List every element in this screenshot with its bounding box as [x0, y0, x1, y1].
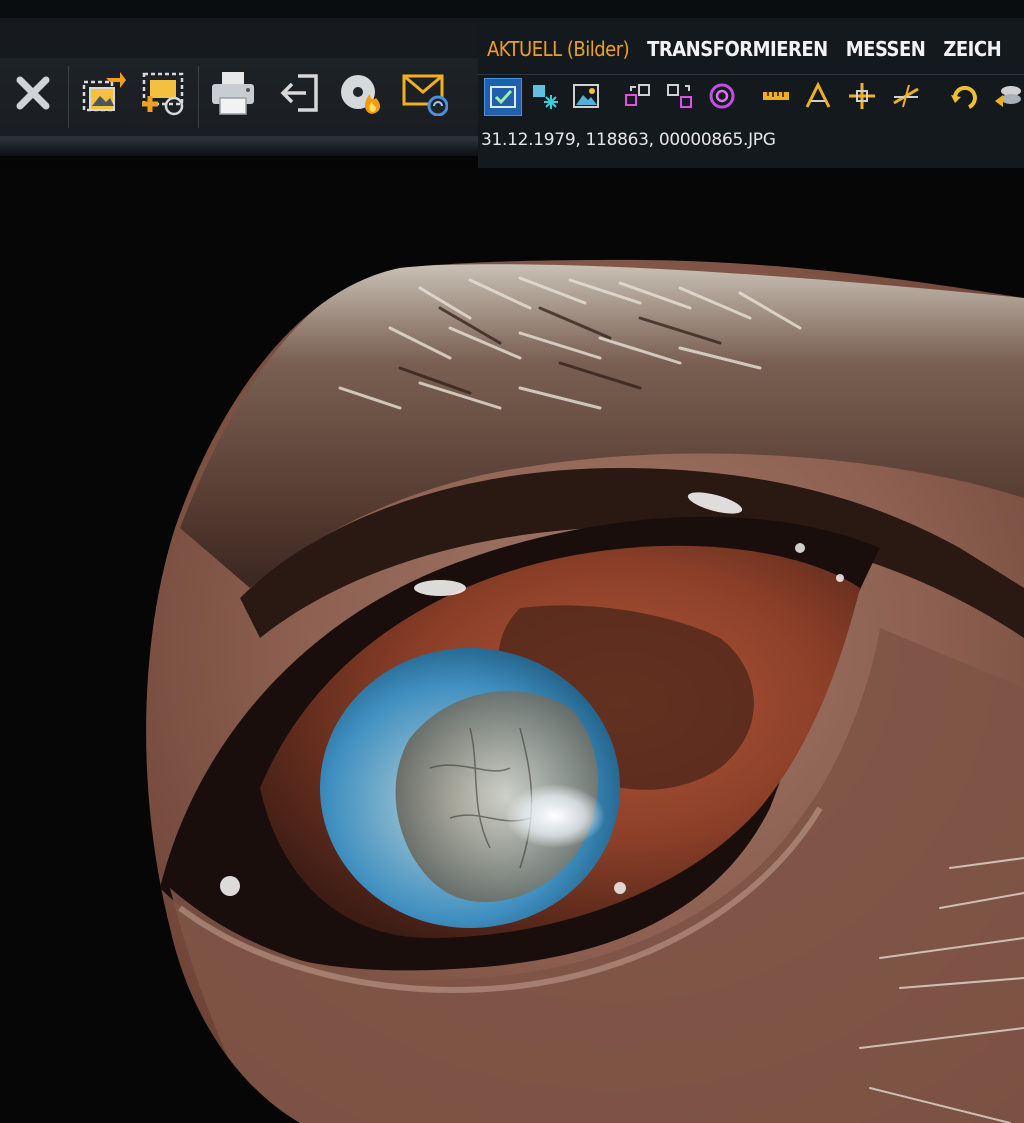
email-icon [402, 74, 448, 116]
tab-messen[interactable]: MESSEN [837, 37, 935, 70]
image-check-button[interactable] [484, 78, 522, 116]
ribbon-toolbar [478, 76, 1024, 124]
image-info-label: 31.12.1979, 118863, 00000865.JPG [481, 130, 776, 150]
eye-photograph [146, 259, 1024, 1123]
monitor-top-edge [0, 0, 1024, 18]
layout-swap-icon [667, 84, 692, 108]
burn-disc-button[interactable] [336, 68, 386, 118]
rotate-button[interactable] [946, 78, 982, 114]
export-image-icon [82, 72, 126, 112]
angle-alt-icon [893, 84, 919, 108]
layout-swap-button[interactable] [662, 78, 698, 114]
crosshair-measure-button[interactable] [844, 78, 880, 114]
toolbar-bottom-edge [0, 138, 478, 156]
tab-transformieren[interactable]: TRANSFORMIEREN [638, 37, 837, 70]
crosshair-measure-icon [849, 83, 875, 109]
toolbar-separator [198, 66, 199, 128]
ribbon-tabs: AKTUELL (Bilder) TRANSFORMIEREN MESSEN Z… [478, 18, 1024, 70]
image-view-button[interactable] [568, 78, 604, 114]
close-icon [16, 76, 50, 110]
email-button[interactable] [400, 68, 450, 118]
tab-zeich[interactable]: ZEICH [934, 37, 1010, 70]
print-button[interactable] [208, 68, 258, 118]
exit-button[interactable] [276, 68, 326, 118]
image-view-icon [573, 84, 599, 108]
image-sparkle-icon [533, 85, 558, 109]
angle-alt-button[interactable] [888, 78, 924, 114]
tab-aktuell[interactable]: AKTUELL (Bilder) [478, 37, 638, 70]
layout-button[interactable] [620, 78, 656, 114]
ribbon: AKTUELL (Bilder) TRANSFORMIEREN MESSEN Z… [478, 18, 1024, 171]
layers-icon [995, 86, 1021, 107]
close-button[interactable] [8, 68, 58, 118]
main-toolbar [0, 18, 478, 138]
burn-disc-icon [341, 75, 381, 114]
image-check-icon [490, 86, 516, 108]
layers-button[interactable] [990, 78, 1024, 114]
angle-button[interactable] [800, 78, 836, 114]
target-button[interactable] [704, 78, 740, 114]
add-region-button[interactable] [138, 68, 188, 118]
layout-icon [625, 84, 650, 106]
ruler-button[interactable] [758, 78, 794, 114]
export-image-button[interactable] [78, 68, 128, 118]
printer-icon [212, 72, 254, 115]
image-viewer[interactable] [0, 168, 1024, 1123]
target-icon [709, 83, 735, 109]
rotate-icon [951, 85, 977, 109]
add-region-icon [142, 72, 184, 116]
angle-icon [805, 81, 831, 108]
exit-icon [280, 74, 318, 112]
toolbar-header [0, 18, 478, 58]
tab-divider [478, 74, 1024, 75]
ruler-icon [763, 92, 789, 100]
toolbar-separator [68, 66, 69, 128]
image-sparkle-button[interactable] [528, 78, 564, 114]
